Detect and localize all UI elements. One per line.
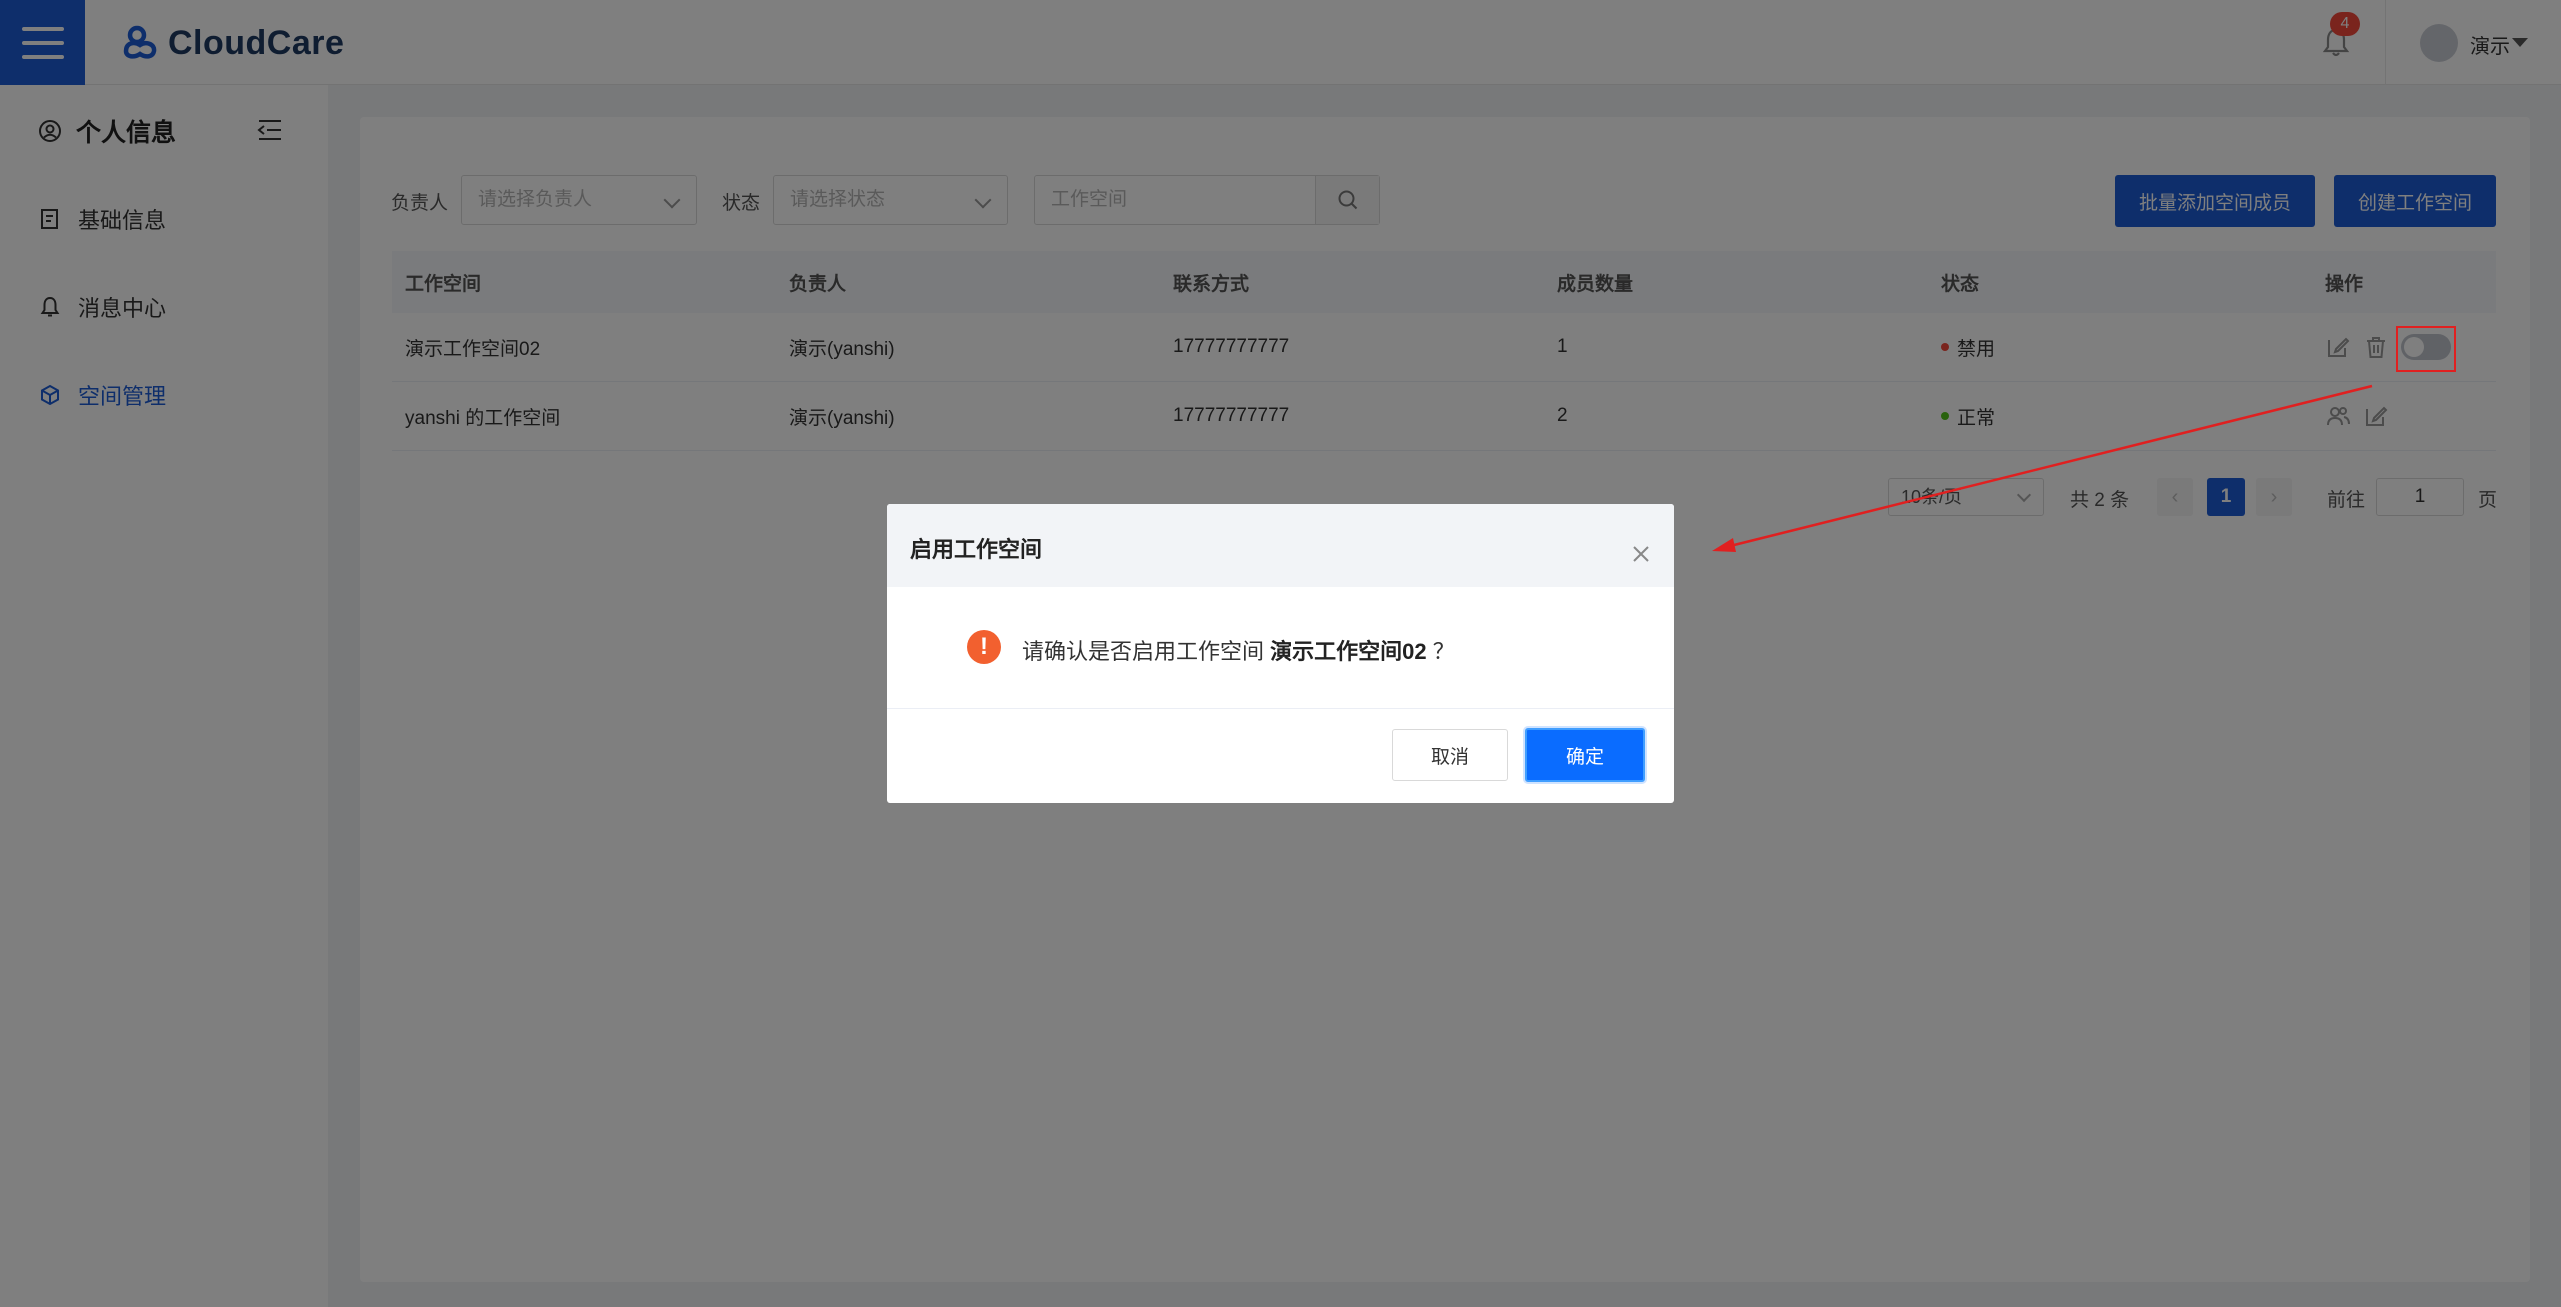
confirm-button[interactable]: 确定 [1525, 728, 1645, 782]
dialog-body: ! 请确认是否启用工作空间 演示工作空间02 ？ [887, 587, 1674, 709]
highlight-box [2396, 326, 2456, 372]
dialog-header: 启用工作空间 [887, 504, 1674, 587]
cancel-button[interactable]: 取消 [1392, 729, 1508, 781]
enable-workspace-dialog: 启用工作空间 ! 请确认是否启用工作空间 演示工作空间02 ？ 取消 确定 [887, 504, 1674, 803]
workspace-name: 演示工作空间02 [1270, 639, 1427, 664]
dialog-title: 启用工作空间 [910, 537, 1043, 562]
warning-icon: ! [967, 630, 1001, 664]
dialog-message: 请确认是否启用工作空间 演示工作空间02 ？ [1022, 634, 1455, 666]
message-prefix: 请确认是否启用工作空间 [1022, 639, 1265, 664]
message-suffix: ？ [1432, 639, 1455, 664]
close-icon[interactable] [1631, 544, 1651, 564]
